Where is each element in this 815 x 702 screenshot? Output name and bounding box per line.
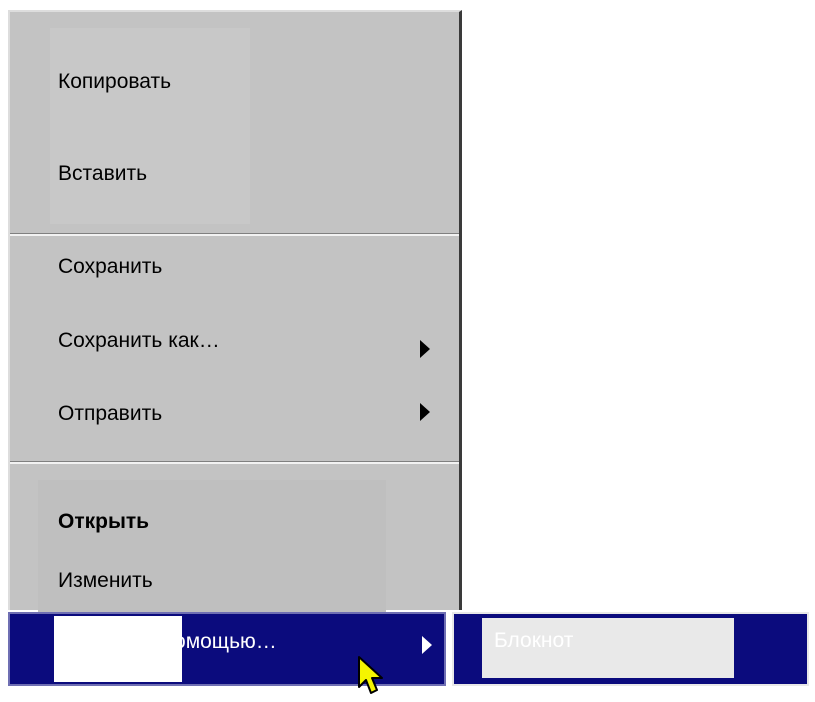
save-as-submenu-arrow-icon xyxy=(420,340,430,358)
menu-item-copy[interactable]: Копировать xyxy=(58,69,171,95)
open-with-submenu-arrow-icon xyxy=(422,636,432,654)
send-submenu-arrow-icon xyxy=(420,403,430,421)
screen: Копировать Вставить Сохранить Сохранить … xyxy=(0,0,815,702)
menu-item-open[interactable]: Открыть xyxy=(58,509,149,535)
menu-patch-top xyxy=(50,28,250,224)
menu-item-save[interactable]: Сохранить xyxy=(58,254,162,280)
submenu-item-notepad[interactable]: Блокнот xyxy=(494,628,573,654)
menu-item-paste[interactable]: Вставить xyxy=(58,161,147,187)
menu-item-edit[interactable]: Изменить xyxy=(58,568,153,594)
menu-separator-1 xyxy=(10,233,459,236)
menu-item-open-with-label: Открыть с помощью… xyxy=(58,630,277,653)
menu-item-send[interactable]: Отправить xyxy=(58,401,162,427)
menu-item-save-as[interactable]: Сохранить как… xyxy=(58,328,220,354)
open-with-submenu: Блокнот xyxy=(452,612,809,686)
mouse-pointer-icon xyxy=(358,656,383,694)
context-menu: Копировать Вставить Сохранить Сохранить … xyxy=(8,10,462,612)
menu-separator-2 xyxy=(10,461,459,464)
